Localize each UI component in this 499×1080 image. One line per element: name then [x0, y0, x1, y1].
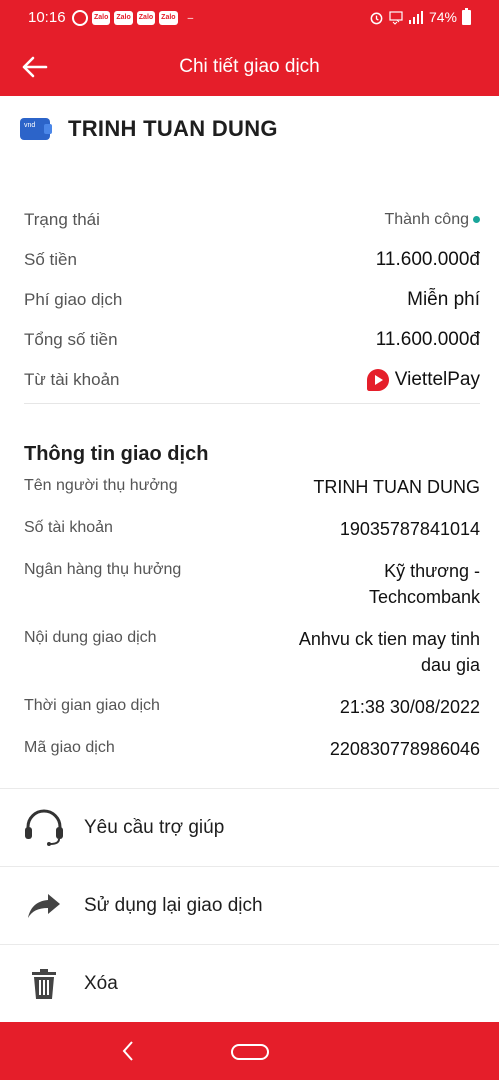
transaction-summary: Trạng thái Thành công Số tiền 11.600.000… [24, 200, 480, 404]
source-account-name: ViettelPay [394, 369, 480, 390]
viettelpay-logo-icon [366, 368, 389, 391]
detail-row-account-number: Số tài khoản 19035787841014 [24, 516, 480, 558]
status-row: Trạng thái Thành công [24, 200, 480, 240]
action-list: Yêu cầu trợ giúp Sử dụng lại giao dịch X… [0, 788, 499, 1022]
content-value: Anhvu ck tien may tinh dau gia [299, 626, 480, 678]
detail-row-transaction-id: Mã giao dịch 220830778986046 [24, 736, 480, 778]
delete-button[interactable]: Xóa [0, 944, 499, 1022]
account-number-label: Số tài khoản [24, 519, 113, 536]
amount-label: Số tiền [24, 250, 77, 269]
content-value-line2: dau gia [420, 655, 480, 675]
content-label: Nội dung giao dịch [24, 629, 157, 646]
battery-percent: 74% [428, 9, 457, 25]
fee-value: Miễn phí [407, 289, 480, 310]
bank-value: Kỹ thương - Techcombank [369, 558, 480, 610]
whatsapp-icon [72, 10, 88, 26]
headset-icon [0, 809, 84, 847]
details-title: Thông tin giao dịch [24, 443, 209, 465]
recipient-value: TRINH TUAN DUNG [313, 477, 480, 497]
reuse-transaction-label: Sử dụng lại giao dịch [84, 894, 263, 916]
account-header: TRINH TUAN DUNG [20, 116, 278, 142]
source-account-value: ViettelPay [366, 368, 480, 391]
lte-icon [389, 10, 403, 25]
detail-row-recipient: Tên người thụ hưởng TRINH TUAN DUNG [24, 474, 480, 516]
status-value: Thành công [384, 211, 480, 229]
app-header: Chi tiết giao dịch [0, 38, 499, 96]
wallet-icon [20, 118, 52, 140]
alarm-icon [370, 12, 383, 24]
help-request-button[interactable]: Yêu cầu trợ giúp [0, 788, 499, 866]
detail-row-time: Thời gian giao dịch 21:38 30/08/2022 [24, 694, 480, 736]
status-text: Thành công [384, 211, 469, 228]
fee-label: Phí giao dịch [24, 290, 123, 309]
trash-icon [0, 968, 84, 1000]
nav-back-icon[interactable] [118, 1038, 138, 1064]
fee-row: Phí giao dịch Miễn phí [24, 280, 480, 320]
bank-label: Ngân hàng thụ hưởng [24, 561, 182, 578]
total-row: Tổng số tiền 11.600.000đ [24, 320, 480, 360]
status-bar: 10:16 Zalo Zalo Zalo Zalo – 74% [0, 0, 499, 38]
status-dot-icon [473, 216, 480, 224]
account-name: TRINH TUAN DUNG [68, 116, 278, 141]
amount-row: Số tiền 11.600.000đ [24, 240, 480, 280]
bank-value-line2: Techcombank [368, 587, 480, 607]
total-label: Tổng số tiền [24, 330, 118, 349]
divider [24, 403, 480, 404]
help-request-label: Yêu cầu trợ giúp [84, 816, 225, 838]
status-dash: – [187, 12, 194, 24]
system-icons: 74% [369, 7, 471, 25]
delete-label: Xóa [84, 972, 118, 994]
zalo-icon: Zalo [114, 11, 133, 25]
transaction-details: Tên người thụ hưởng TRINH TUAN DUNG Số t… [24, 474, 480, 778]
transaction-id-label: Mã giao dịch [24, 739, 115, 756]
source-account-label: Từ tài khoản [24, 370, 120, 389]
nav-home-button[interactable] [231, 1044, 269, 1060]
detail-row-content: Nội dung giao dịch Anhvu ck tien may tin… [24, 626, 480, 694]
total-value: 11.600.000đ [375, 329, 480, 350]
source-account-row: Từ tài khoản ViettelPay [24, 360, 480, 400]
time-value: 21:38 30/08/2022 [339, 697, 480, 717]
account-number-value: 19035787841014 [339, 519, 480, 539]
amount-value: 11.600.000đ [375, 249, 480, 270]
zalo-icon: Zalo [136, 11, 156, 25]
status-label: Trạng thái [24, 210, 100, 229]
detail-row-bank: Ngân hàng thụ hưởng Kỹ thương - Techcomb… [24, 558, 480, 626]
page-title: Chi tiết giao dịch [179, 56, 320, 77]
recipient-label: Tên người thụ hưởng [24, 477, 178, 494]
zalo-icon: Zalo [92, 11, 111, 25]
status-time: 10:16 [28, 9, 66, 26]
time-label: Thời gian giao dịch [24, 697, 160, 714]
notification-icons: Zalo Zalo Zalo Zalo – [72, 10, 193, 26]
content-value-line1: Anhvu ck tien may tinh [298, 629, 480, 649]
reuse-transaction-button[interactable]: Sử dụng lại giao dịch [0, 866, 499, 944]
bank-value-line1: Kỹ thương - [384, 561, 480, 581]
battery-icon [462, 7, 471, 25]
system-nav-bar [0, 1022, 499, 1080]
share-arrow-icon [0, 892, 84, 920]
zalo-icon: Zalo [159, 11, 178, 25]
signal-icon [408, 10, 423, 24]
transaction-id-value: 220830778986046 [329, 739, 480, 759]
